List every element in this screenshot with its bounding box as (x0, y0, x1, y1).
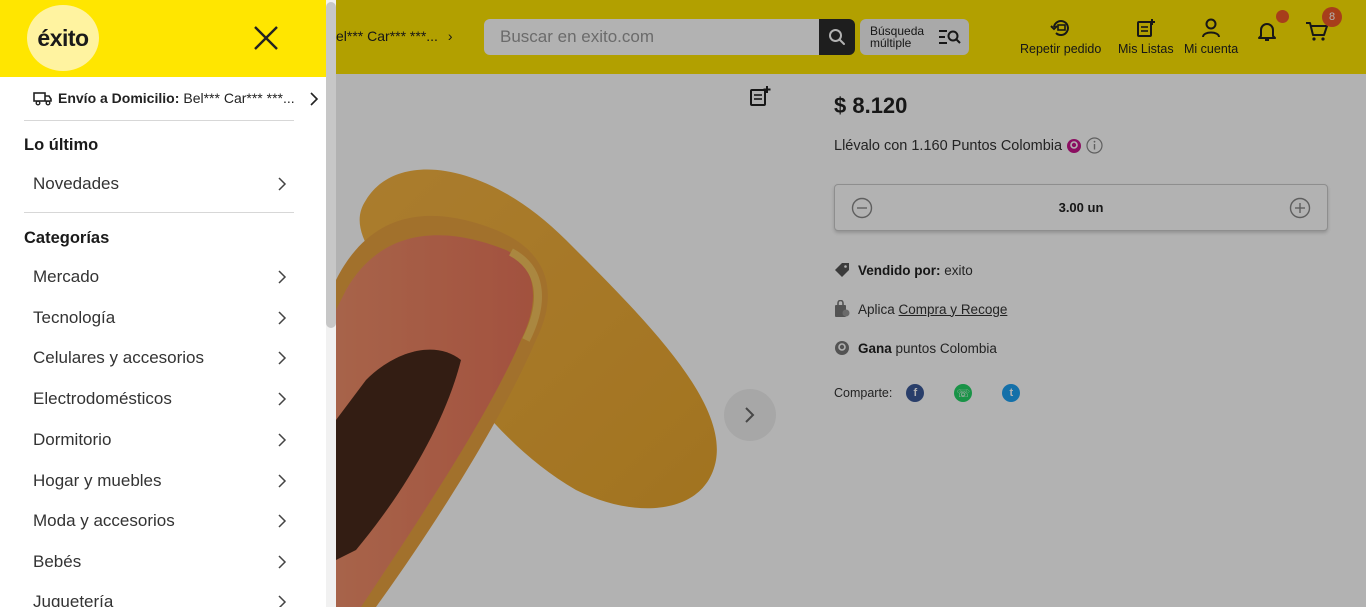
menu-item-label: Electrodomésticos (33, 389, 172, 408)
menu-item-mercado[interactable]: Mercado (33, 262, 288, 292)
menu-item-novedades[interactable]: Novedades (33, 169, 288, 199)
delivery-label: Envío a Domicilio: (58, 90, 180, 106)
chevron-right-icon (278, 514, 287, 528)
menu-item-tecnologia[interactable]: Tecnología (33, 303, 288, 333)
menu-item-label: Mercado (33, 267, 100, 286)
chevron-right-icon (310, 92, 319, 106)
chevron-right-icon (278, 595, 287, 607)
close-icon[interactable] (250, 22, 282, 54)
page: el*** Car*** ***... › Búsqueda múltiple … (0, 0, 1366, 607)
modal-overlay[interactable] (326, 0, 1366, 607)
chevron-right-icon (278, 433, 287, 447)
divider (24, 212, 294, 213)
menu-item-bebes[interactable]: Bebés (33, 547, 288, 577)
drawer-header: éxito (0, 0, 326, 77)
chevron-right-icon (278, 474, 287, 488)
truck-icon (33, 91, 52, 105)
delivery-address-selector[interactable]: Envío a Domicilio: Bel*** Car*** ***... (33, 90, 323, 106)
chevron-right-icon (278, 351, 287, 365)
menu-item-moda[interactable]: Moda y accesorios (33, 506, 288, 536)
drawer-scrollbar-thumb[interactable] (326, 2, 336, 328)
menu-item-label: Hogar y muebles (33, 471, 162, 490)
menu-item-electrodomesticos[interactable]: Electrodomésticos (33, 384, 288, 414)
menu-item-label: Tecnología (33, 308, 116, 327)
menu-item-dormitorio[interactable]: Dormitorio (33, 425, 288, 455)
menu-item-hogar[interactable]: Hogar y muebles (33, 466, 288, 496)
chevron-right-icon (278, 392, 287, 406)
chevron-right-icon (278, 311, 287, 325)
chevron-right-icon (278, 270, 287, 284)
menu-item-label: Moda y accesorios (33, 511, 175, 530)
menu-item-label: Bebés (33, 552, 82, 571)
chevron-right-icon (278, 555, 287, 569)
divider (24, 120, 294, 121)
menu-item-jugueteria[interactable]: Juguetería (33, 587, 288, 607)
menu-item-label: Juguetería (33, 592, 114, 607)
chevron-right-icon (278, 177, 287, 191)
exito-logo[interactable]: éxito (27, 5, 99, 71)
menu-item-label: Novedades (33, 174, 120, 193)
side-menu-drawer: éxito Envío a Domicilio: Bel*** Car*** *… (0, 0, 326, 607)
menu-item-label: Dormitorio (33, 430, 112, 449)
latest-section-title: Lo último (24, 136, 99, 154)
menu-item-label: Celulares y accesorios (33, 348, 205, 367)
menu-item-celulares[interactable]: Celulares y accesorios (33, 343, 288, 373)
delivery-address: Bel*** Car*** ***... (183, 90, 295, 106)
categories-section-title: Categorías (24, 229, 110, 247)
